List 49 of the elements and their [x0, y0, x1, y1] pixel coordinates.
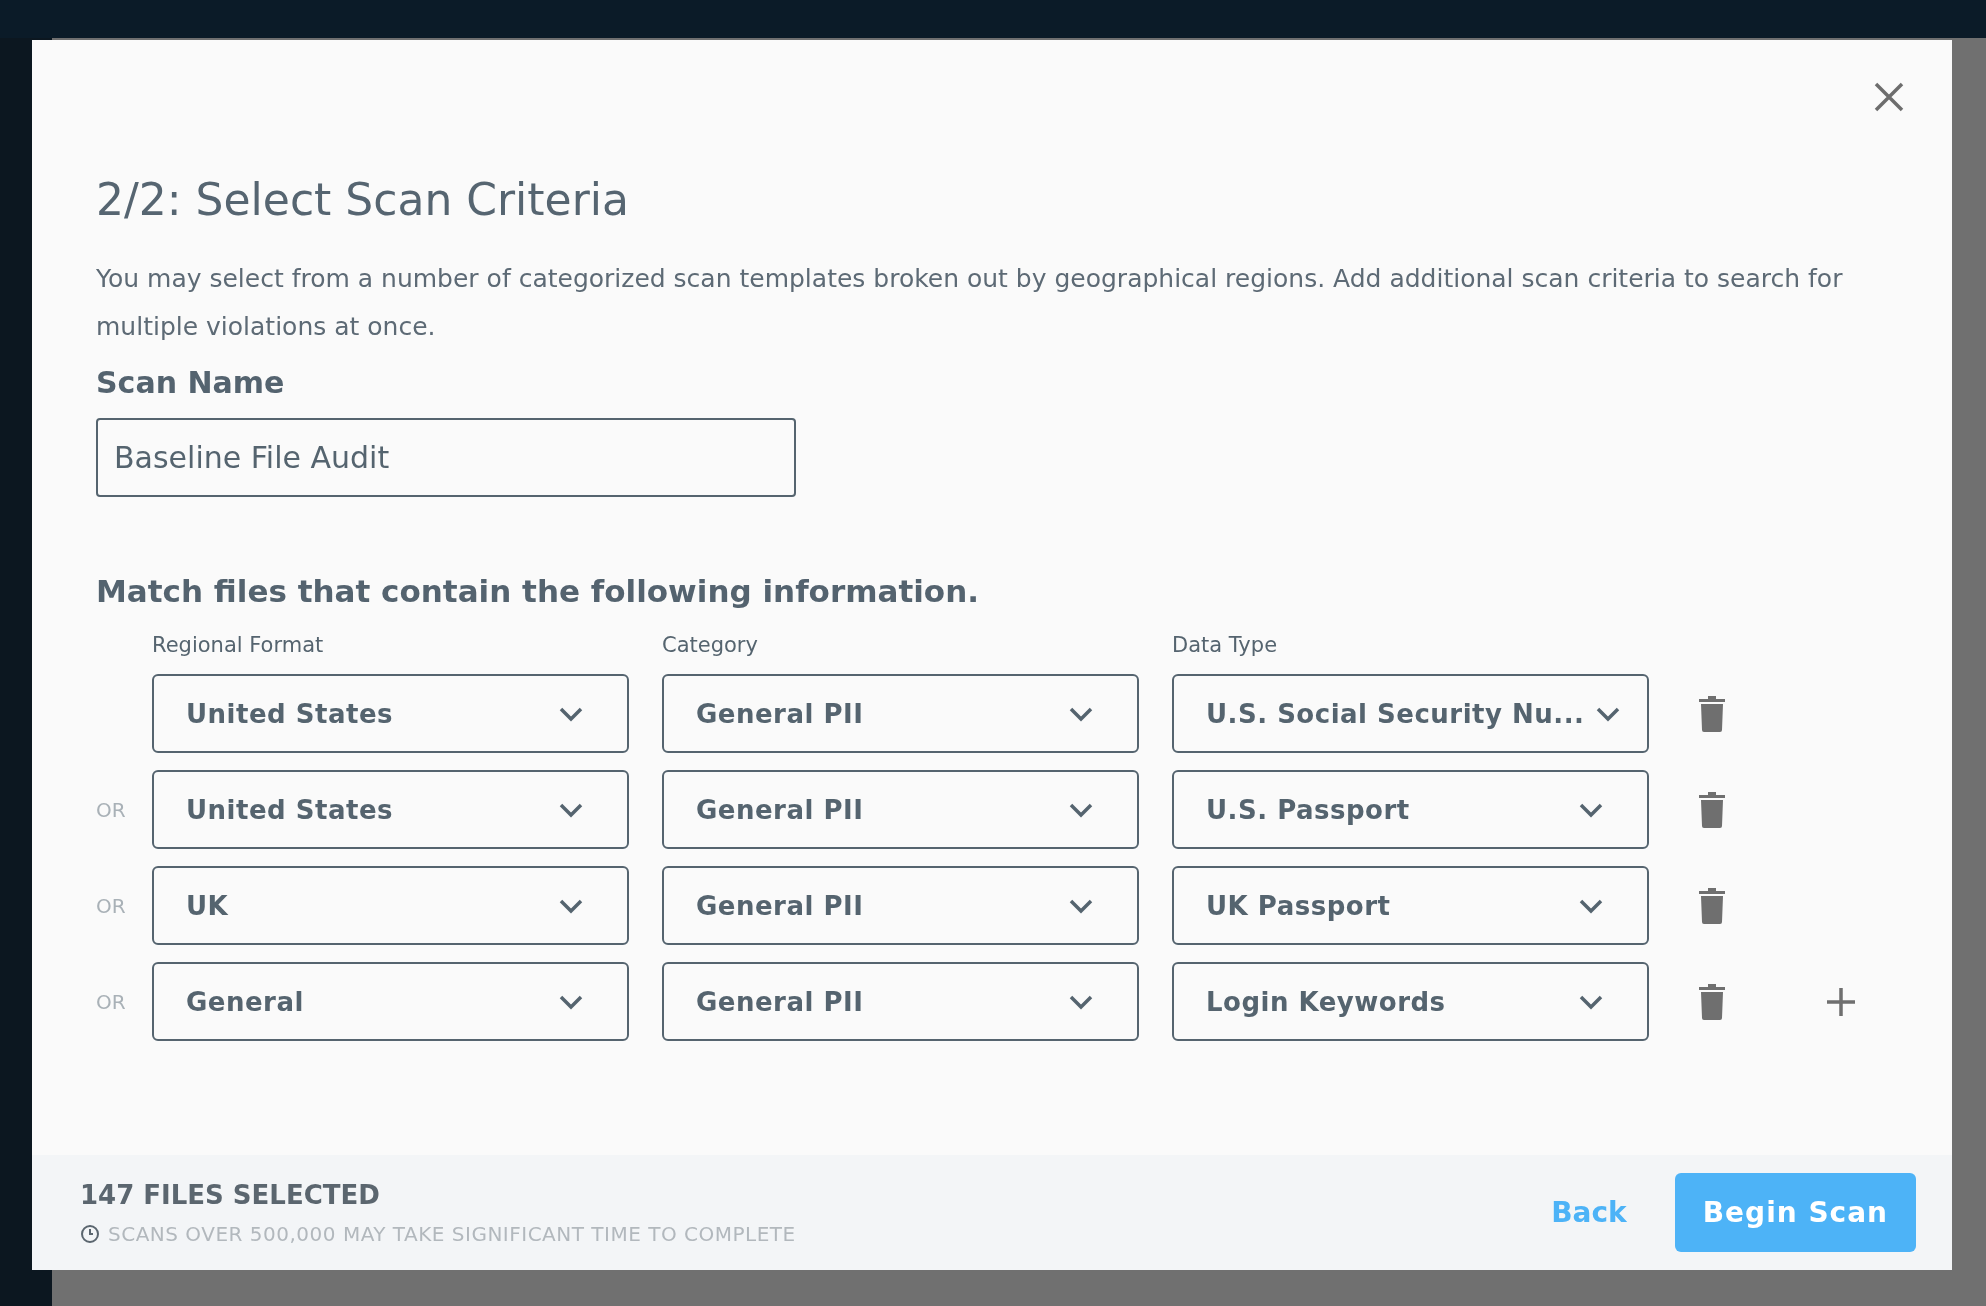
chevron-down-icon [1069, 705, 1093, 722]
warning-text: SCANS OVER 500,000 MAY TAKE SIGNIFICANT TIME TO COMPLETE [108, 1221, 796, 1246]
chevron-down-icon [1596, 705, 1621, 722]
chevron-down-icon [1579, 897, 1603, 914]
dropdown[interactable]: Login Keywords [1172, 962, 1649, 1041]
close-button[interactable] [1874, 82, 1904, 112]
column-label: Regional Format [152, 633, 325, 657]
connector-label: OR [96, 797, 126, 822]
chevron-down-icon [559, 993, 583, 1010]
dropdown[interactable]: General [152, 962, 629, 1041]
chevron-down-icon [559, 897, 583, 914]
chevron-down-icon [1069, 801, 1093, 818]
dropdown[interactable]: United States [152, 674, 629, 753]
delete-button[interactable] [1698, 694, 1726, 733]
trash-icon [1698, 982, 1726, 1021]
section-heading: Match files that contain the following information. [96, 573, 980, 609]
trash-icon [1698, 694, 1726, 733]
chevron-down-icon [1069, 897, 1093, 914]
dropdown[interactable]: General PII [662, 674, 1139, 753]
add-button[interactable] [1825, 985, 1857, 1018]
chevron-down-icon [1579, 801, 1603, 818]
dropdown[interactable]: UK Passport [1172, 866, 1649, 945]
selection-count: 147 FILES SELECTED [80, 1179, 381, 1210]
chevron-down-icon [1069, 993, 1093, 1010]
dropdown[interactable]: U.S. Social Security Nu... [1172, 674, 1649, 753]
description-text: You may select from a number of categorized scan templates broken out by geographical regions. Add additional scan criteria to search for multiple violations at once. [96, 263, 1844, 343]
dropdown[interactable]: General PII [662, 866, 1139, 945]
dropdown[interactable]: U.S. Passport [1172, 770, 1649, 849]
plus-icon [1825, 985, 1857, 1018]
chevron-down-icon [559, 801, 583, 818]
delete-button[interactable] [1698, 982, 1726, 1021]
dialog-title: 2/2: Select Scan Criteria [96, 174, 630, 225]
delete-button[interactable] [1698, 886, 1726, 925]
scan-name-field[interactable]: Baseline File Audit [96, 418, 796, 497]
connector-label: OR [96, 989, 126, 1014]
chevron-down-icon [1579, 993, 1603, 1010]
trash-icon [1698, 886, 1726, 925]
trash-icon [1698, 790, 1726, 829]
delete-button[interactable] [1698, 790, 1726, 829]
chevron-down-icon [559, 705, 583, 722]
column-label: Category [662, 633, 759, 657]
dropdown[interactable]: UK [152, 866, 629, 945]
field-label: Scan Name [96, 365, 286, 400]
dropdown[interactable]: General PII [662, 962, 1139, 1041]
column-label: Data Type [1172, 633, 1279, 657]
clock-icon [80, 1223, 100, 1244]
connector-label: OR [96, 893, 126, 918]
dropdown[interactable]: General PII [662, 770, 1139, 849]
dropdown[interactable]: United States [152, 770, 629, 849]
